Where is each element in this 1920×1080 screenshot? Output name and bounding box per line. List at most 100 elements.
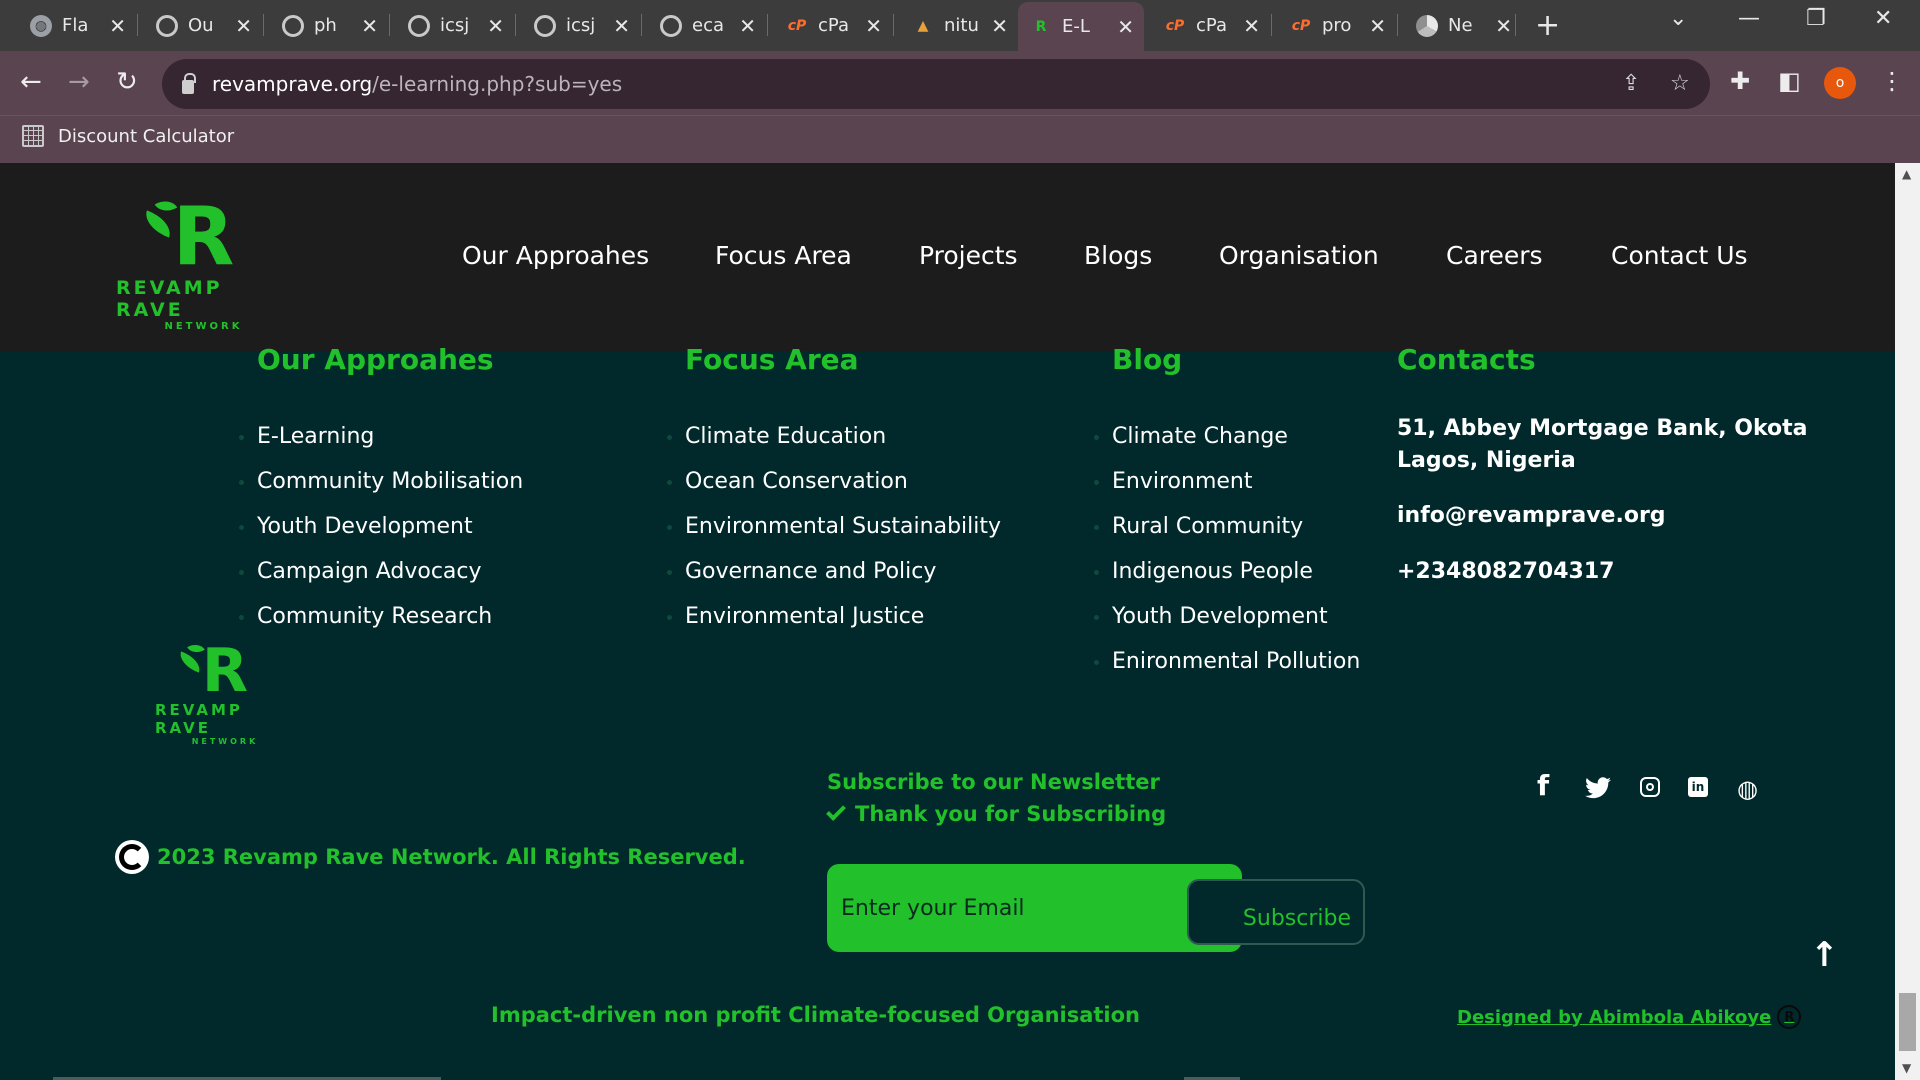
scroll-up-icon[interactable]: ▲ [1902,167,1911,181]
list-item[interactable]: Governance and Policy [666,549,1001,594]
linkedin-icon[interactable]: in [1688,777,1708,797]
minimize-icon[interactable]: — [1738,6,1760,31]
list-item[interactable]: Climate Change [1093,414,1360,459]
list-item[interactable]: Environmental Sustainability [666,504,1001,549]
tab-title: ph [314,15,337,36]
list-item[interactable]: Community Research [238,594,523,639]
nav-contact-us[interactable]: Contact Us [1611,241,1748,270]
browser-tab-8[interactable]: ▲ nitu ✕ [900,6,1018,45]
close-tab-icon[interactable]: ✕ [1495,14,1512,38]
facebook-icon[interactable]: f [1537,769,1549,802]
star-icon[interactable]: ☆ [1670,71,1690,96]
url-text: revamprave.org/e-learning.php?sub=yes [212,72,623,96]
ring-icon [156,14,178,37]
close-window-icon[interactable]: ✕ [1874,6,1892,31]
browser-tab-6[interactable]: eca ✕ [648,6,766,45]
blog-list: Climate Change Environment Rural Communi… [1093,414,1360,684]
close-tab-icon[interactable]: ✕ [613,14,630,38]
bookmark-discount-calculator[interactable]: Discount Calculator [22,125,234,147]
share-icon[interactable]: ⇪ [1622,71,1640,96]
list-item[interactable]: Community Mobilisation [238,459,523,504]
tab-search-icon[interactable]: ⌄ [1669,6,1687,31]
bookmarks-bar: Discount Calculator [0,115,1920,163]
address-line-2: Lagos, Nigeria [1397,448,1576,473]
ring-icon [534,14,556,37]
close-tab-icon[interactable]: ✕ [865,14,882,38]
list-item[interactable]: E-Learning [238,414,523,459]
browser-tab-7[interactable]: cP cPa ✕ [774,6,892,45]
extensions-icon[interactable]: ✚ [1730,67,1750,95]
contact-phone[interactable]: +2348082704317 [1397,556,1614,588]
forward-icon[interactable]: → [68,67,90,97]
browser-tab-5[interactable]: icsj ✕ [522,6,640,45]
browser-tab-4[interactable]: icsj ✕ [396,6,514,45]
list-item[interactable]: Indigenous People [1093,549,1360,594]
bookmark-label: Discount Calculator [58,125,235,147]
blog-heading: Blog [1112,343,1183,376]
designer-text: Designed by Abimbola Abikoye [1457,1006,1772,1028]
browser-tab-11[interactable]: cP pro ✕ [1278,6,1396,45]
list-item[interactable]: Rural Community [1093,504,1360,549]
subscribe-button[interactable]: Subscribe [1187,879,1365,945]
contact-email[interactable]: info@revamprave.org [1397,500,1666,532]
nav-our-approaches[interactable]: Our Approahes [462,241,649,270]
nav-projects[interactable]: Projects [919,241,1018,270]
new-tab-icon[interactable]: + [1535,8,1560,43]
browser-tab-10[interactable]: cP cPa ✕ [1152,6,1270,45]
list-item[interactable]: Campaign Advocacy [238,549,523,594]
nav-focus-area[interactable]: Focus Area [715,241,852,270]
restore-icon[interactable]: ❐ [1806,6,1826,31]
close-tab-icon[interactable]: ✕ [361,14,378,38]
designer-credit-link[interactable]: Designed by Abimbola Abikoye R [1457,1005,1802,1029]
reload-icon[interactable]: ↻ [116,67,138,97]
menu-icon[interactable]: ⋮ [1880,67,1904,95]
logo-mark: R [176,640,260,701]
list-item[interactable]: Ocean Conservation [666,459,1001,504]
email-input[interactable] [841,890,1171,926]
website-icon[interactable]: ◍ [1737,775,1758,803]
site-header: R REVAMP RAVE NETWORK Our Approahes Focu… [0,163,1895,351]
profile-avatar[interactable]: o [1824,67,1856,99]
back-icon[interactable]: ← [20,67,42,97]
page-scrollbar[interactable]: ▲ ▼ [1895,163,1920,1080]
close-tab-icon[interactable]: ✕ [991,14,1008,38]
close-tab-icon[interactable]: ✕ [1369,14,1386,38]
close-tab-icon[interactable]: ✕ [739,14,756,38]
mountain-icon: ▲ [917,17,929,34]
copyright-icon [115,840,149,874]
list-item[interactable]: Environmental Justice [666,594,1001,639]
browser-tab-active[interactable]: R E-L ✕ [1018,2,1144,51]
list-item[interactable]: Youth Development [238,504,523,549]
ring-icon [282,14,304,37]
twitter-icon[interactable] [1585,777,1611,799]
close-tab-icon[interactable]: ✕ [487,14,504,38]
back-to-top-icon[interactable]: ↑ [1810,935,1839,975]
ring-icon [660,14,682,37]
tagline: Impact-driven non profit Climate-focused… [491,1003,1141,1027]
list-item[interactable]: Climate Education [666,414,1001,459]
instagram-icon[interactable] [1640,777,1660,797]
nav-careers[interactable]: Careers [1446,241,1543,270]
close-tab-icon[interactable]: ✕ [1243,14,1260,38]
list-item[interactable]: Environment [1093,459,1360,504]
browser-tab-2[interactable]: Ou ✕ [144,6,262,45]
close-tab-icon[interactable]: ✕ [109,14,126,38]
address-bar[interactable]: revamprave.org/e-learning.php?sub=yes ⇪ … [162,59,1710,109]
close-tab-icon[interactable]: ✕ [1117,15,1134,39]
nav-organisation[interactable]: Organisation [1219,241,1379,270]
header-logo[interactable]: R REVAMP RAVE NETWORK [116,195,291,332]
browser-tab-3[interactable]: ph ✕ [270,6,388,45]
list-item[interactable]: Youth Development [1093,594,1360,639]
tab-title: icsj [440,15,470,36]
scrollbar-thumb[interactable] [1899,993,1916,1051]
browser-tab-strip: ◍ Fla ✕ Ou ✕ ph ✕ icsj ✕ icsj ✕ eca ✕ cP… [0,0,1920,51]
browser-tab-12[interactable]: Ne ✕ [1404,6,1522,45]
nav-blogs[interactable]: Blogs [1084,241,1152,270]
browser-tab-1[interactable]: ◍ Fla ✕ [18,6,136,45]
tab-title: nitu [944,15,979,36]
footer-logo[interactable]: R REVAMP RAVE NETWORK [155,640,295,746]
close-tab-icon[interactable]: ✕ [235,14,252,38]
scroll-down-icon[interactable]: ▼ [1902,1061,1911,1075]
list-item[interactable]: Enironmental Pollution [1093,639,1360,684]
side-panel-icon[interactable]: ◧ [1778,67,1801,95]
